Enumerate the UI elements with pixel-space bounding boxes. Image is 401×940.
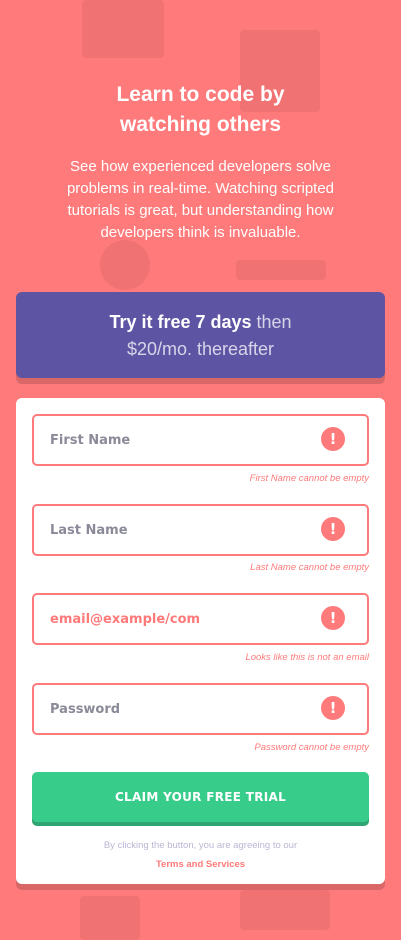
claim-trial-button[interactable]: CLAIM YOUR FREE TRIAL <box>32 772 369 822</box>
hero-title: Learn to code by watching others <box>0 80 401 140</box>
last-name-error: Last Name cannot be empty <box>250 562 369 573</box>
first-name-error: First Name cannot be empty <box>249 473 369 484</box>
first-name-field: ! <box>32 414 369 466</box>
password-field: ! <box>32 683 369 735</box>
signup-form: ! First Name cannot be empty ! Last Name… <box>16 398 385 884</box>
promo-bold-text: Try it free 7 days <box>109 312 252 332</box>
promo-price-text: $20/mo. thereafter <box>126 339 275 359</box>
terms-notice: By clicking the button, you are agreeing… <box>32 836 369 874</box>
error-icon: ! <box>321 606 345 630</box>
email-input[interactable] <box>34 595 367 643</box>
email-field: ! <box>32 593 369 645</box>
hero-title-line2: watching others <box>119 113 282 136</box>
password-input[interactable] <box>34 685 367 733</box>
error-icon: ! <box>321 517 345 541</box>
hero-title-line1: Learn to code by <box>116 83 285 106</box>
terms-link[interactable]: Terms and Services <box>32 855 369 874</box>
hero-description: See how experienced developers solve pro… <box>66 158 335 241</box>
last-name-field: ! <box>32 504 369 556</box>
last-name-input[interactable] <box>34 506 367 554</box>
page: Learn to code by watching others See how… <box>0 0 401 940</box>
terms-text: By clicking the button, you are agreeing… <box>103 840 298 851</box>
email-error: Looks like this is not an email <box>245 652 369 663</box>
password-error: Password cannot be empty <box>254 742 369 753</box>
error-icon: ! <box>321 427 345 451</box>
error-icon: ! <box>321 696 345 720</box>
first-name-input[interactable] <box>34 416 367 464</box>
promo-then-text: then <box>251 312 292 332</box>
promo-banner: Try it free 7 days then $20/mo. thereaft… <box>16 292 385 378</box>
